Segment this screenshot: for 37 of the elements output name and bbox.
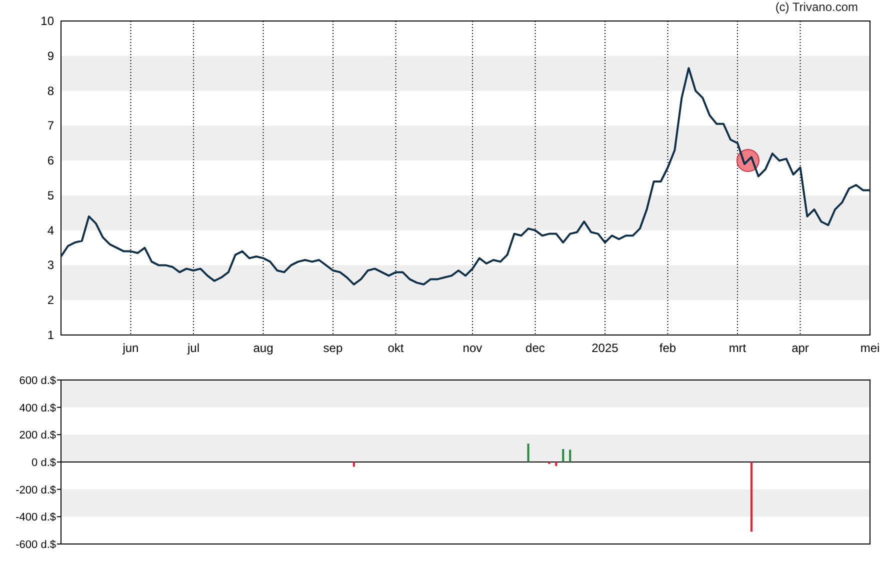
trade-bar — [569, 450, 572, 462]
axis-label: 5 — [47, 188, 54, 202]
axis-label: -200 d.$ — [16, 484, 56, 496]
copyright-text: (c) Trivano.com — [775, 0, 858, 14]
axis-label: -600 d.$ — [16, 539, 56, 551]
axis-label: 2025 — [592, 341, 618, 355]
axis-label: aug — [253, 341, 274, 355]
axis-label: 400 d.$ — [19, 402, 56, 414]
axis-label: 600 d.$ — [19, 375, 56, 387]
axis-label: feb — [659, 341, 676, 355]
axis-label: jul — [188, 341, 200, 355]
axis-label: 9 — [47, 48, 54, 63]
axis-label: 4 — [47, 223, 54, 238]
axis-label: sep — [323, 341, 343, 355]
trade-bar — [352, 462, 355, 467]
trade-bar — [527, 444, 530, 462]
axis-label: apr — [792, 341, 809, 355]
axis-label: mrt — [728, 341, 746, 355]
axis-label: jun — [122, 341, 139, 355]
axis-label: nov — [462, 341, 482, 355]
axis-label: 7 — [47, 118, 54, 133]
trade-bar — [555, 462, 558, 466]
axis-label: dec — [526, 341, 545, 355]
axis-label: 6 — [47, 154, 54, 168]
axis-label: okt — [388, 341, 404, 355]
axis-label: 1 — [47, 328, 54, 342]
axis-label: 2 — [47, 293, 54, 308]
axis-label: 10 — [40, 14, 54, 28]
axis-label: 0 d.$ — [32, 457, 56, 469]
axis-label: 200 d.$ — [19, 430, 56, 442]
trade-bar — [750, 462, 752, 532]
axis-label: -400 d.$ — [16, 512, 56, 524]
axis-label: 8 — [47, 84, 54, 98]
axis-label: 3 — [47, 258, 54, 272]
trade-bar — [562, 449, 564, 462]
axis-label: mei — [860, 341, 880, 355]
marker-dot — [736, 149, 760, 172]
